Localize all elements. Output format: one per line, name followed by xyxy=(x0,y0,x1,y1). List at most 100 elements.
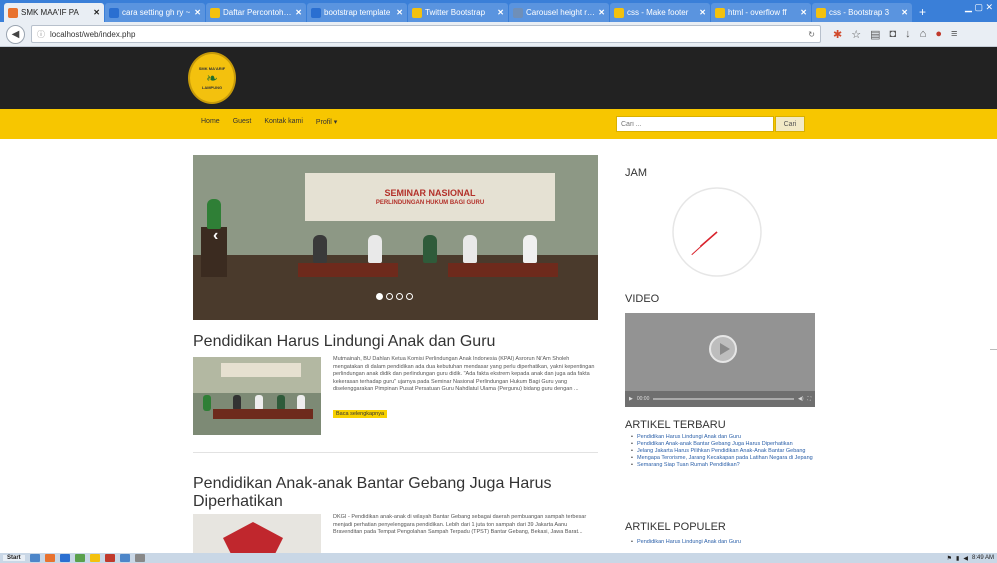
tab-close-icon[interactable]: ✕ xyxy=(295,8,302,17)
tab-label: html - overflow ff xyxy=(728,8,787,17)
panelist-figure xyxy=(368,235,382,263)
bookmark-star-icon[interactable]: ☆ xyxy=(851,28,861,41)
address-bar[interactable]: ⓘ localhost/web/index.php ↻ xyxy=(31,25,821,43)
back-button[interactable]: ◀ xyxy=(6,24,25,44)
tab-close-icon[interactable]: ✕ xyxy=(93,8,100,17)
browser-tab[interactable]: bootstrap template ✕ xyxy=(307,3,407,22)
tab-close-icon[interactable]: ✕ xyxy=(194,8,201,17)
list-item[interactable]: Mengapa Terorisme, Jarang Kecakapan pada… xyxy=(631,455,815,462)
url-text[interactable]: localhost/web/index.php xyxy=(50,30,803,39)
tab-label: css - Make footer xyxy=(627,8,689,17)
browser-tab[interactable]: html - overflow ff ✕ xyxy=(711,3,811,22)
adblock-icon[interactable]: ● xyxy=(935,28,942,41)
tray-icon[interactable]: ⚑ xyxy=(947,555,952,562)
reading-list-icon[interactable]: ▤ xyxy=(870,28,880,41)
tab-favicon-icon xyxy=(8,7,18,18)
taskbar-app-icon[interactable] xyxy=(104,554,115,562)
window-controls[interactable]: ▁ ▢ ✕ xyxy=(965,2,993,13)
tab-favicon-icon xyxy=(109,7,119,18)
play-icon[interactable] xyxy=(709,335,737,363)
browser-tab[interactable]: cara setting gh ry ~ ✕ xyxy=(105,3,205,22)
new-tab-icon[interactable]: + xyxy=(913,5,932,22)
carousel-dot[interactable] xyxy=(386,293,393,300)
menu-item-home[interactable]: Home xyxy=(201,118,220,126)
browser-tab[interactable]: SMK MAA'IF PA ✕ xyxy=(4,3,104,22)
artikel-populer-list: Pendidikan Harus Lindungi Anak dan Guru xyxy=(631,539,815,546)
taskbar-app-icon[interactable] xyxy=(74,554,85,562)
list-item[interactable]: Pendidikan Anak-anak Bantar Gebang Juga … xyxy=(631,441,815,448)
tab-favicon-icon xyxy=(513,7,523,18)
tab-close-icon[interactable]: ✕ xyxy=(497,8,504,17)
taskbar-app-icon[interactable] xyxy=(29,554,40,562)
tab-close-icon[interactable]: ✕ xyxy=(800,8,807,17)
menu-icon[interactable]: ≡ xyxy=(951,28,957,41)
menu-item-kontak[interactable]: Kontak kami xyxy=(264,118,303,126)
network-icon[interactable]: ▮ xyxy=(956,555,959,562)
taskbar-app-icon[interactable] xyxy=(44,554,55,562)
tab-close-icon[interactable]: ✕ xyxy=(396,8,403,17)
carousel-dot[interactable] xyxy=(406,293,413,300)
list-item[interactable]: Jelang Jakarta Harus Pilihkan Pendidikan… xyxy=(631,448,815,455)
fullscreen-icon[interactable]: ⛶ xyxy=(807,396,811,402)
news-carousel[interactable]: SEMINAR NASIONAL PERLINDUNGAN HUKUM BAGI… xyxy=(193,155,598,320)
tab-favicon-icon xyxy=(614,7,624,18)
carousel-dot[interactable] xyxy=(396,293,403,300)
main-menu-bar: Home Guest Kontak kami Profil ▾ Cari xyxy=(0,109,997,139)
tab-close-icon[interactable]: ✕ xyxy=(699,8,706,17)
banner-subtitle: PERLINDUNGAN HUKUM BAGI GURU xyxy=(375,200,485,206)
article-title[interactable]: Pendidikan Anak-anak Bantar Gebang Juga … xyxy=(193,475,593,511)
play-small-icon[interactable]: ▶ xyxy=(629,396,633,402)
reload-icon[interactable]: ↻ xyxy=(808,30,815,39)
tab-favicon-icon xyxy=(311,7,321,18)
tab-close-icon[interactable]: ✕ xyxy=(598,8,605,17)
download-icon[interactable]: ↓ xyxy=(905,28,911,41)
start-button[interactable]: Start xyxy=(3,555,25,561)
list-item[interactable]: Semarang Siap Tuan Rumah Pendidikan? xyxy=(631,462,815,469)
taskbar-app-icon[interactable] xyxy=(119,554,130,562)
logo-bottom-text: LAMPUNG xyxy=(201,85,223,90)
tab-label: Carousel height rsp xyxy=(526,8,596,17)
article-title[interactable]: Pendidikan Harus Lindungi Anak dan Guru xyxy=(193,333,593,351)
browser-tab[interactable]: css - Make footer ✕ xyxy=(610,3,710,22)
browser-tab[interactable]: Daftar Percontohan ✕ xyxy=(206,3,306,22)
search-input[interactable] xyxy=(616,116,774,132)
video-heading: VIDEO xyxy=(625,293,660,305)
main-menu: Home Guest Kontak kami Profil ▾ xyxy=(201,118,337,126)
clock-time[interactable]: 8:49 AM xyxy=(972,555,994,561)
carousel-dot[interactable] xyxy=(376,293,383,300)
browser-tab[interactable]: Twitter Bootstrap ✕ xyxy=(408,3,508,22)
page-scrollbar-indicator[interactable] xyxy=(990,349,997,350)
home-icon[interactable]: ⌂ xyxy=(920,28,927,41)
panelist-figure xyxy=(313,235,327,263)
extension-icon[interactable]: ✱ xyxy=(833,28,842,41)
panelist-figure xyxy=(423,235,437,263)
taskbar-app-icon[interactable] xyxy=(59,554,70,562)
menu-item-guest[interactable]: Guest xyxy=(233,118,252,126)
menu-item-profil[interactable]: Profil ▾ xyxy=(316,118,337,126)
list-item[interactable]: Pendidikan Harus Lindungi Anak dan Guru xyxy=(631,539,815,546)
speaker-figure xyxy=(207,199,221,229)
tab-favicon-icon xyxy=(210,7,220,18)
site-info-icon[interactable]: ⓘ xyxy=(37,29,45,40)
browser-navbar: ◀ ⓘ localhost/web/index.php ↻ ✱ ☆ ▤ ◘ ↓ … xyxy=(0,22,997,47)
video-player[interactable]: ▶ 00:00 ◀) ⛶ xyxy=(625,313,815,407)
read-more-button[interactable]: Baca selengkapnya xyxy=(333,410,388,418)
tab-close-icon[interactable]: ✕ xyxy=(901,8,908,17)
pocket-icon[interactable]: ◘ xyxy=(890,28,897,41)
search-button[interactable]: Cari xyxy=(775,116,805,132)
volume-icon[interactable]: ◀) xyxy=(798,396,804,402)
browser-tab[interactable]: css - Bootstrap 3 ✕ xyxy=(812,3,912,22)
thumbnail-banner xyxy=(221,363,301,377)
browser-tab[interactable]: Carousel height rsp ✕ xyxy=(509,3,609,22)
video-time: 00:00 xyxy=(636,396,650,402)
taskbar-app-icon[interactable] xyxy=(134,554,145,562)
carousel-prev-icon[interactable]: ‹ xyxy=(213,227,218,245)
video-seek-bar[interactable] xyxy=(653,398,794,400)
list-item[interactable]: Pendidikan Harus Lindungi Anak dan Guru xyxy=(631,434,815,441)
article-thumbnail[interactable] xyxy=(193,357,321,435)
taskbar-app-icon[interactable] xyxy=(89,554,100,562)
system-tray: ⚑ ▮ ◀ 8:49 AM xyxy=(947,555,994,562)
article-excerpt: Mutmainah, BU Dahlan Ketua Komisi Perlin… xyxy=(333,356,595,392)
school-logo[interactable]: SMK MA'ARIF ❧ LAMPUNG xyxy=(188,52,236,104)
volume-icon[interactable]: ◀ xyxy=(963,555,968,562)
